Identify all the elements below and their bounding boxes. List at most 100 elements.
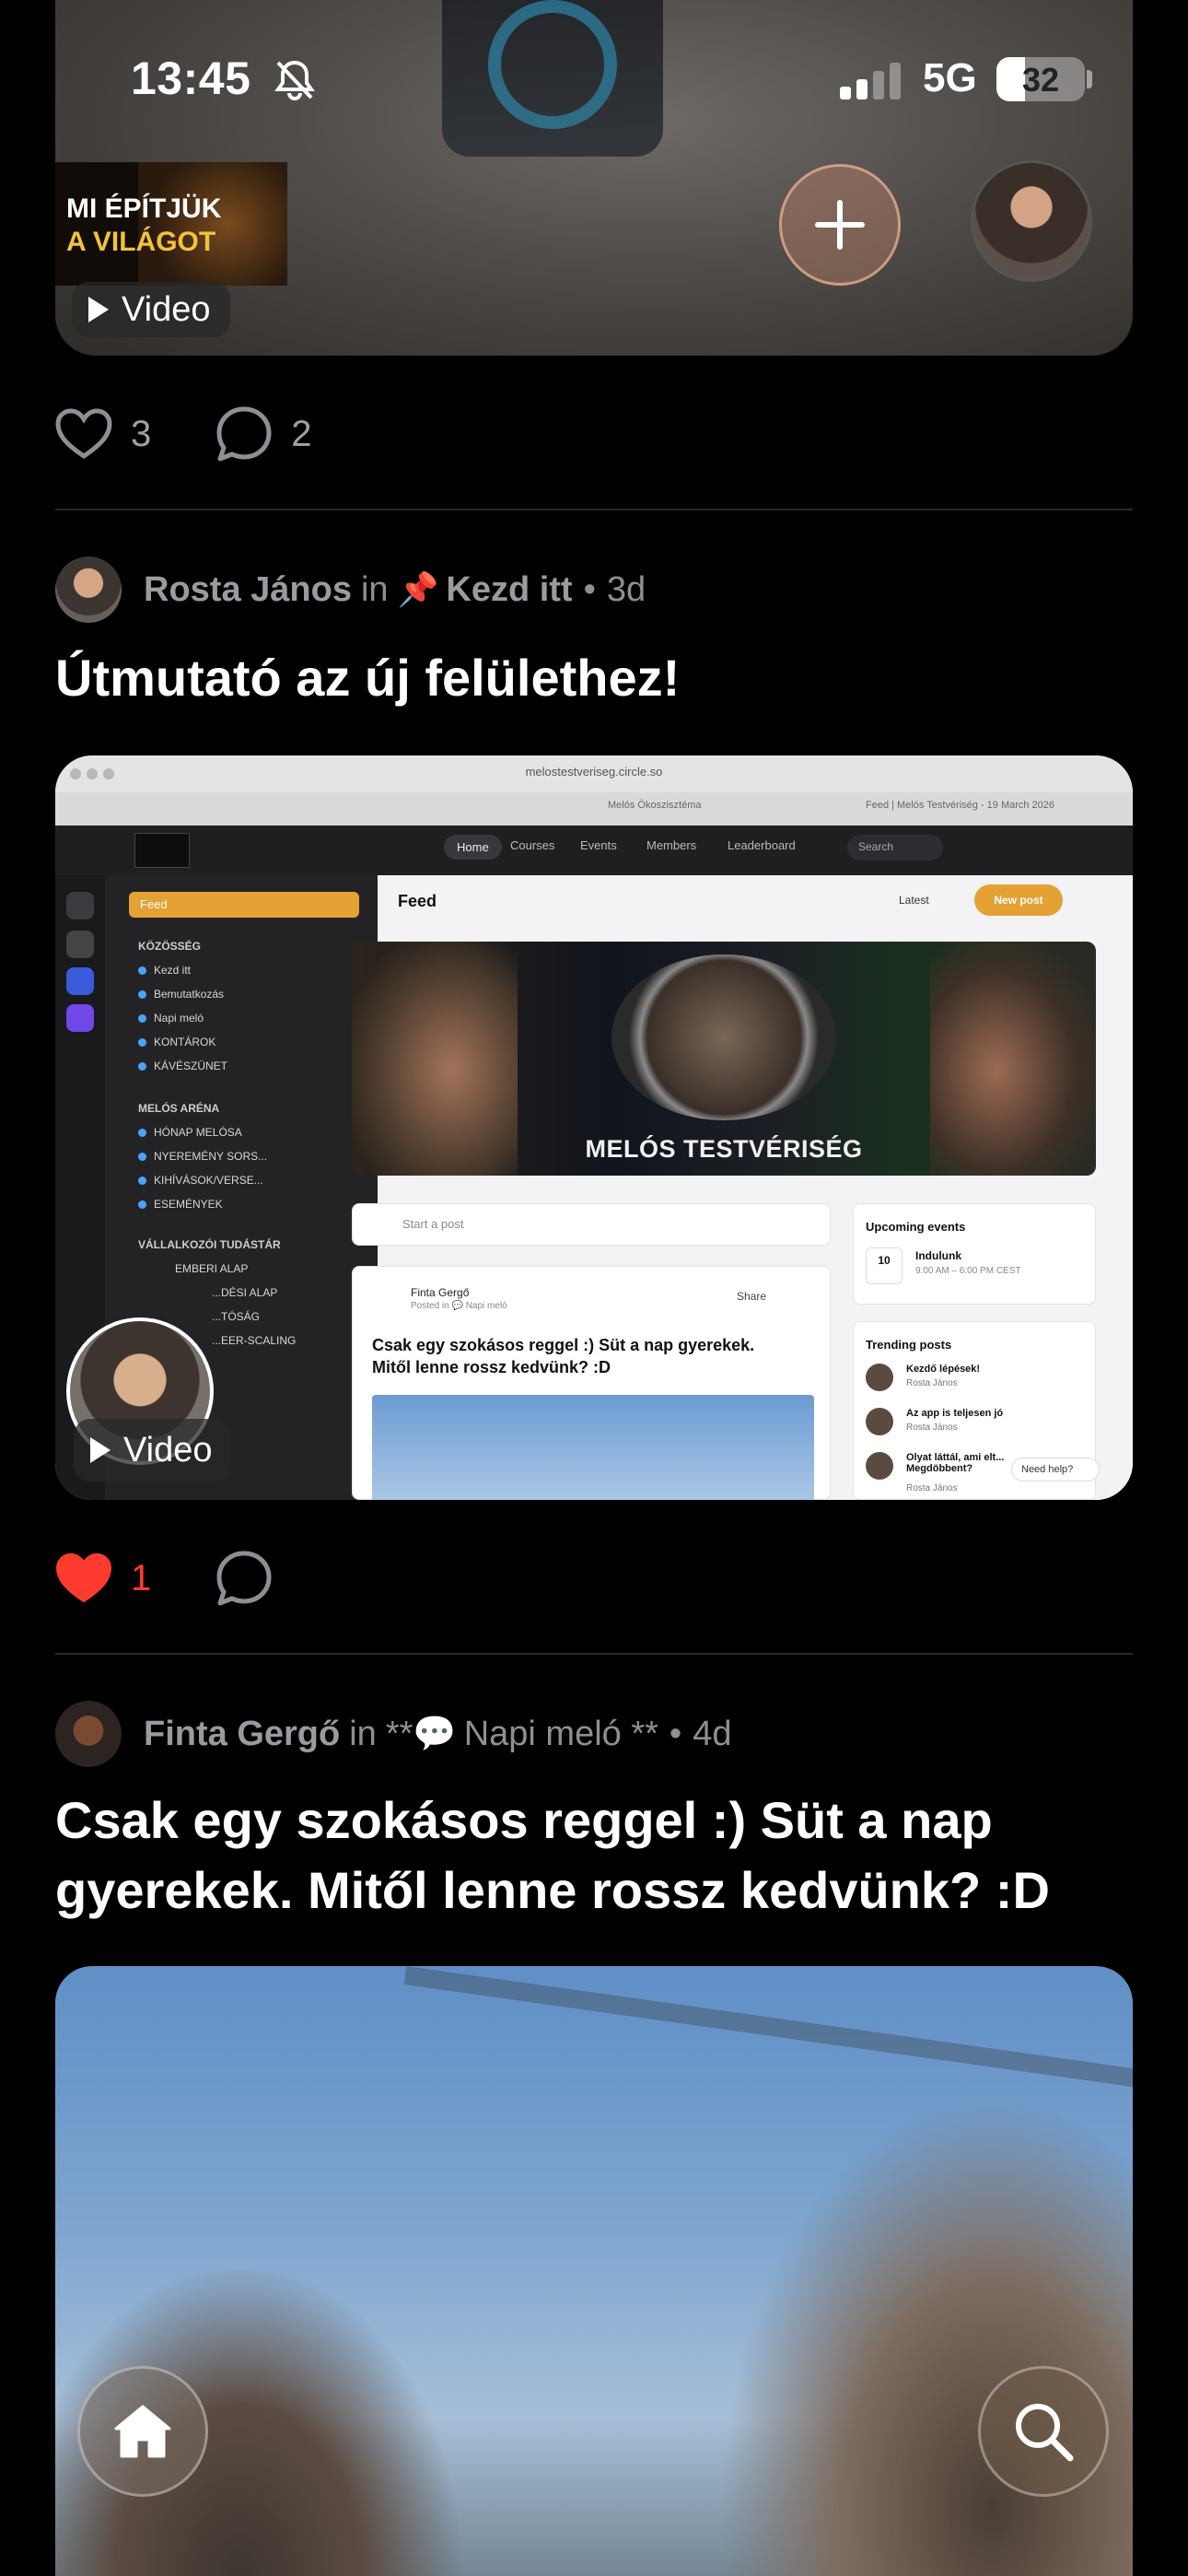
space-name[interactable]: Napi meló ** — [464, 1715, 658, 1754]
trending-avatar — [866, 1452, 893, 1480]
browser-url: melostestveriseg.circle.so — [525, 765, 663, 779]
in-label: in — [360, 569, 389, 609]
in-label: in — [349, 1714, 377, 1753]
events-title: Upcoming events — [866, 1220, 966, 1234]
sidebar-section: KÖZÖSSÉG — [138, 940, 202, 953]
new-post-pill: New post — [974, 884, 1063, 916]
space-prefix: **💬 — [385, 1715, 457, 1753]
trending-author: Rosta János — [906, 1378, 958, 1388]
comment-button[interactable] — [215, 1550, 273, 1607]
battery-level: 32 — [1021, 61, 1060, 99]
video-badge-label: Video — [122, 289, 211, 329]
post-title[interactable]: Csak egy szokásos reggel :) Süt a nap gy… — [55, 1786, 1133, 1926]
space-name[interactable]: Kezd itt — [446, 570, 572, 610]
like-count: 3 — [131, 413, 152, 454]
play-icon — [88, 297, 109, 322]
video-badge[interactable]: Video — [72, 282, 230, 337]
post-title[interactable]: Útmutató az új felülethez! — [55, 643, 1133, 713]
sidebar-item: ESEMÉNYEK — [138, 1198, 223, 1211]
author-avatar[interactable] — [55, 556, 122, 623]
video-badge-label: Video — [123, 1430, 213, 1469]
community-logo — [134, 833, 190, 868]
trending-item: Olyat láttál, ami elt... Megdöbbent? — [906, 1452, 1005, 1474]
status-time: 13:45 — [131, 53, 251, 104]
trees-right — [718, 2095, 1133, 2576]
nav-home: Home — [444, 835, 502, 860]
sidebar-item: KIHÍVÁSOK/VERSE... — [138, 1174, 263, 1187]
thumbnail-title-line-2: A VILÁGOT — [66, 227, 216, 257]
post-meta: Rosta János in 📌 Kezd itt • 3d — [55, 556, 646, 623]
trending-title: Trending posts — [866, 1338, 952, 1352]
heart-icon[interactable] — [55, 1552, 112, 1604]
trending-author: Rosta János — [906, 1423, 958, 1433]
post-media-screenshot[interactable]: melostestveriseg.circle.so Melós Ökoszis… — [55, 755, 1133, 1500]
sidebar-item: KÁVÉSZÜNET — [138, 1060, 227, 1072]
post-divider — [55, 1653, 1133, 1655]
card-posted-in: Posted in 💬 Napi meló — [411, 1301, 507, 1311]
feed-sort: Latest — [899, 894, 929, 907]
author-name[interactable]: Finta Gergő — [144, 1715, 340, 1754]
event-time: 9:00 AM – 6:00 PM CEST — [915, 1266, 1021, 1276]
trending-avatar — [866, 1364, 893, 1391]
feed-heading: Feed — [398, 892, 437, 910]
author-name[interactable]: Rosta János — [144, 570, 352, 610]
post-age: 3d — [606, 569, 646, 609]
event-date: 10 — [866, 1247, 903, 1284]
screenshot-search: Search — [847, 835, 943, 861]
home-button[interactable] — [77, 2366, 208, 2497]
play-icon — [90, 1437, 111, 1463]
card-image — [372, 1395, 814, 1500]
nav-courses: Courses — [510, 838, 555, 852]
heart-icon[interactable] — [55, 408, 112, 460]
separator-dot: • — [583, 569, 596, 609]
rail-space — [66, 1004, 94, 1032]
sidebar-item: ...DÉSI ALAP — [212, 1286, 278, 1299]
need-help-pill: Need help? — [1011, 1458, 1100, 1481]
profile-avatar[interactable] — [971, 160, 1092, 282]
plus-icon — [815, 200, 865, 250]
author-avatar[interactable] — [55, 1701, 122, 1767]
sidebar-feed: Feed — [129, 892, 359, 918]
battery-nub — [1087, 70, 1092, 88]
sidebar-item: NYEREMÉNY SORS... — [138, 1150, 267, 1163]
post-age: 4d — [693, 1714, 732, 1753]
card-title: Csak egy szokásos reggel :) Süt a nap gy… — [372, 1336, 755, 1376]
thumbnail-title-line-1: MI ÉPÍTJÜK — [66, 193, 222, 224]
post-media-photo[interactable] — [55, 1966, 1133, 2576]
trending-item: Kezdő lépések! — [906, 1364, 981, 1375]
comment-button[interactable]: 2 — [215, 405, 312, 463]
sidebar-item: ...TÓSÁG — [212, 1310, 261, 1323]
search-button[interactable] — [978, 2366, 1109, 2497]
rail-space — [66, 892, 94, 919]
bell-slash-icon — [274, 60, 315, 100]
comment-count: 2 — [291, 413, 312, 454]
signal-icon — [840, 63, 901, 100]
status-bar: 13:45 5G 32 — [0, 0, 1188, 157]
separator-dot: • — [669, 1714, 682, 1753]
community-banner: MELÓS TESTVÉRISÉG — [352, 942, 1096, 1176]
engagement-row: 3 2 — [55, 402, 312, 466]
post-meta: Finta Gergő in **💬 Napi meló ** • 4d — [55, 1701, 732, 1767]
sidebar-section: VÁLLALKOZÓI TUDÁSTÁR — [138, 1238, 281, 1251]
windshield-edge — [403, 1966, 1133, 2101]
event-name: Indulunk — [915, 1249, 961, 1262]
browser-tab: Melós Ökoszisztéma — [608, 800, 702, 811]
card-author: Finta Gergő — [411, 1286, 470, 1299]
battery-indicator: 32 — [996, 57, 1085, 101]
start-post-field: Start a post — [352, 1203, 831, 1246]
sidebar-item: Napi meló — [138, 1012, 204, 1025]
comment-bubble-icon — [216, 406, 272, 462]
card-share: Share — [737, 1290, 767, 1303]
sidebar-item: HÓNAP MELÓSA — [138, 1126, 242, 1139]
network-type: 5G — [923, 55, 977, 100]
trending-item: Az app is teljesen jó — [906, 1408, 1004, 1419]
add-post-button[interactable] — [779, 164, 901, 286]
search-icon — [1016, 2404, 1074, 2462]
sidebar-item: Bemutatkozás — [138, 988, 224, 1001]
video-badge[interactable]: Video — [74, 1419, 230, 1481]
like-count: 1 — [131, 1557, 152, 1598]
sidebar-section: MELÓS ARÉNA — [138, 1102, 220, 1115]
nav-leaderboard: Leaderboard — [728, 838, 796, 852]
trending-author: Rosta János — [906, 1483, 958, 1493]
video-thumbnail[interactable]: MI ÉPÍTJÜK A VILÁGOT — [55, 162, 287, 286]
